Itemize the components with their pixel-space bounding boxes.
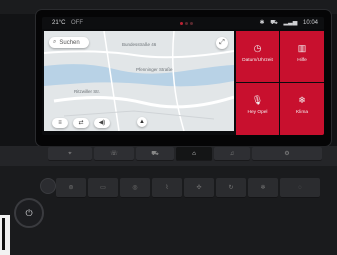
recenter-button[interactable]: ▲ bbox=[137, 117, 147, 127]
hard-key[interactable]: ⛟ bbox=[136, 147, 174, 161]
nav-icon: ⌖ bbox=[68, 151, 72, 157]
heated-wheel-icon: ◌ bbox=[298, 185, 302, 191]
hard-key[interactable]: ⌖ bbox=[48, 147, 92, 161]
menu-icon: ≡ bbox=[58, 120, 62, 126]
defrost-icon: ⊜ bbox=[68, 185, 74, 191]
tile-date-time[interactable]: ◷ Datum/Uhrzeit bbox=[236, 31, 279, 82]
tile-label: Klima bbox=[296, 110, 308, 115]
climate-key[interactable]: ❄ bbox=[248, 178, 278, 198]
map-controls: ≡ ⇄ ◀) bbox=[52, 118, 110, 128]
climate-key[interactable]: ⌇ bbox=[152, 178, 182, 198]
expand-map-button[interactable]: ⤢ bbox=[216, 37, 228, 49]
seat-heat-icon: ⌇ bbox=[165, 185, 169, 191]
car-icon: ⛟ bbox=[270, 20, 278, 26]
shortcut-tiles: ◷ Datum/Uhrzeit ▥ Hilfe 🎙 Hey Opel ❄ Kli… bbox=[236, 31, 324, 135]
hard-key[interactable]: ☏ bbox=[94, 147, 134, 161]
page-dot bbox=[180, 22, 183, 25]
status-bar: 21°C OFF ✱ ⛟ ▂▃▅ 10:04 bbox=[42, 17, 324, 29]
hard-key[interactable]: ⚙ bbox=[252, 147, 322, 161]
climate-key[interactable]: ↻ bbox=[216, 178, 246, 198]
frame-edge-shadow bbox=[2, 218, 5, 250]
search-field[interactable]: ⌕ Suchen bbox=[49, 37, 89, 48]
status-icons: ✱ ⛟ ▂▃▅ 10:04 bbox=[256, 19, 318, 27]
ac-icon: ❄ bbox=[260, 185, 266, 191]
expand-icon: ⤢ bbox=[219, 39, 225, 46]
home-icon: ⌂ bbox=[192, 151, 196, 157]
climate-key[interactable]: ✣ bbox=[184, 178, 214, 198]
microphone-icon: 🎙 bbox=[251, 95, 264, 105]
phone-icon: ☏ bbox=[110, 151, 118, 157]
home-key[interactable]: ⌂ bbox=[176, 147, 212, 161]
climate-state[interactable]: OFF bbox=[71, 20, 83, 26]
help-icon: ▥ bbox=[297, 43, 307, 53]
media-icon: ♫ bbox=[229, 151, 235, 157]
tile-voice-assistant[interactable]: 🎙 Hey Opel bbox=[236, 83, 279, 135]
settings-icon: ⚙ bbox=[284, 151, 290, 157]
climate-key[interactable]: ◎ bbox=[120, 178, 150, 198]
speaker-icon: ◀) bbox=[98, 120, 106, 126]
fan-icon: ✣ bbox=[196, 185, 202, 191]
auto-icon: ◎ bbox=[132, 185, 138, 191]
search-label: Suchen bbox=[59, 39, 80, 46]
recirculation-icon: ↻ bbox=[228, 185, 234, 191]
hard-key[interactable]: ♫ bbox=[214, 147, 250, 161]
climate-key[interactable]: ⊜ bbox=[56, 178, 86, 198]
bluetooth-icon: ✱ bbox=[259, 20, 265, 26]
page-indicator bbox=[180, 21, 195, 27]
map-street-label: Pfenninger Straße bbox=[136, 67, 173, 72]
climate-icon: ❄ bbox=[298, 95, 306, 105]
car-icon: ⛟ bbox=[151, 151, 159, 157]
climate-key[interactable]: ▭ bbox=[88, 178, 118, 198]
tile-climate[interactable]: ❄ Klima bbox=[280, 83, 324, 135]
control-stalk[interactable] bbox=[40, 178, 56, 194]
page-dot bbox=[190, 22, 193, 25]
tile-label: Datum/Uhrzeit bbox=[242, 58, 273, 63]
clock-icon: ◷ bbox=[253, 43, 262, 53]
page-dot bbox=[185, 22, 188, 25]
power-icon: ⏻ bbox=[25, 208, 33, 218]
search-icon: ⌕ bbox=[53, 39, 57, 45]
navigation-arrow-icon: ▲ bbox=[139, 119, 145, 125]
climate-key-row: ⊜ ▭ ◎ ⌇ ✣ ↻ ❄ ◌ bbox=[56, 178, 326, 200]
tile-help[interactable]: ▥ Hilfe bbox=[280, 31, 324, 82]
climate-key[interactable]: ◌ bbox=[280, 178, 320, 198]
hard-key-row: ⌖ ☏ ⛟ ⌂ ♫ ⚙ bbox=[48, 147, 324, 163]
route-button[interactable]: ⇄ bbox=[73, 118, 89, 128]
map-street-label: Ritzwiller Str. bbox=[74, 89, 101, 94]
menu-button[interactable]: ≡ bbox=[52, 118, 68, 128]
tile-label: Hey Opel bbox=[247, 110, 268, 115]
signal-icon: ▂▃▅ bbox=[283, 20, 298, 26]
power-volume-knob[interactable]: ⏻ bbox=[14, 198, 44, 228]
infotainment-screen: 21°C OFF ✱ ⛟ ▂▃▅ 10:04 ⌕ Suchen Bundesst… bbox=[42, 17, 324, 135]
tile-label: Hilfe bbox=[297, 58, 307, 63]
map-street-label: Bundesstraße 46 bbox=[122, 42, 157, 47]
volume-button[interactable]: ◀) bbox=[94, 118, 110, 128]
navigation-map[interactable]: ⌕ Suchen Bundesstraße 46 Pfenninger Stra… bbox=[44, 31, 234, 131]
rear-defrost-icon: ▭ bbox=[100, 185, 106, 191]
temperature-readout: 21°C bbox=[52, 20, 66, 26]
route-icon: ⇄ bbox=[78, 120, 84, 126]
clock-readout: 10:04 bbox=[302, 20, 318, 26]
